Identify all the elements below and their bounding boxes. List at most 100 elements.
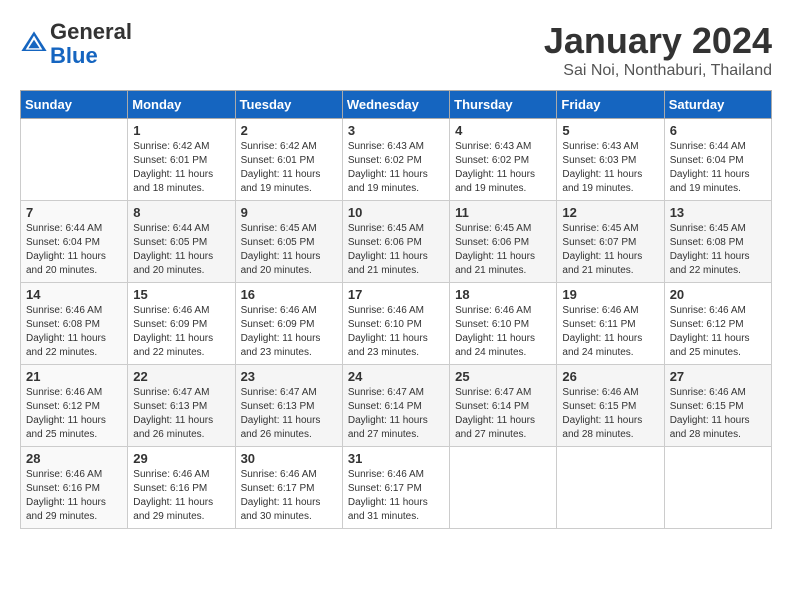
day-number: 11 xyxy=(455,205,551,220)
day-number: 16 xyxy=(241,287,337,302)
header-row: SundayMondayTuesdayWednesdayThursdayFrid… xyxy=(21,91,772,119)
day-number: 29 xyxy=(133,451,229,466)
day-info: Sunrise: 6:45 AMSunset: 6:07 PMDaylight:… xyxy=(562,222,658,278)
week-row-4: 21Sunrise: 6:46 AMSunset: 6:12 PMDayligh… xyxy=(21,365,772,447)
day-number: 13 xyxy=(670,205,766,220)
day-info: Sunrise: 6:42 AMSunset: 6:01 PMDaylight:… xyxy=(241,140,337,196)
day-cell: 18 Sunrise: 6:46 AMSunset: 6:10 PMDayligh… xyxy=(450,283,557,365)
day-cell: 12 Sunrise: 6:45 AMSunset: 6:07 PMDayligh… xyxy=(557,201,664,283)
logo-icon xyxy=(20,30,48,58)
day-info: Sunrise: 6:44 AMSunset: 6:05 PMDaylight:… xyxy=(133,222,229,278)
calendar-header: SundayMondayTuesdayWednesdayThursdayFrid… xyxy=(21,91,772,119)
day-cell: 25Sunrise: 6:47 AMSunset: 6:14 PMDayligh… xyxy=(450,365,557,447)
day-cell: 8Sunrise: 6:44 AMSunset: 6:05 PMDaylight… xyxy=(128,201,235,283)
day-info: Sunrise: 6:47 AMSunset: 6:14 PMDaylight:… xyxy=(348,386,444,442)
day-cell: 1 Sunrise: 6:42 AMSunset: 6:01 PMDaylight… xyxy=(128,119,235,201)
day-info: Sunrise: 6:46 AMSunset: 6:16 PMDaylight:… xyxy=(133,468,229,524)
day-info: Sunrise: 6:46 AMSunset: 6:10 PMDaylight:… xyxy=(455,304,551,360)
day-number: 1 xyxy=(133,123,229,138)
calendar-table: SundayMondayTuesdayWednesdayThursdayFrid… xyxy=(20,90,772,529)
day-info: Sunrise: 6:46 AMSunset: 6:12 PMDaylight:… xyxy=(670,304,766,360)
day-cell: 28 Sunrise: 6:46 AMSunset: 6:16 PMDayligh… xyxy=(21,447,128,529)
header-day-thursday: Thursday xyxy=(450,91,557,119)
header-day-monday: Monday xyxy=(128,91,235,119)
title-block: January 2024 Sai Noi, Nonthaburi, Thaila… xyxy=(544,20,772,80)
day-info: Sunrise: 6:46 AMSunset: 6:16 PMDaylight:… xyxy=(26,468,122,524)
day-info: Sunrise: 6:45 AMSunset: 6:06 PMDaylight:… xyxy=(348,222,444,278)
day-number: 6 xyxy=(670,123,766,138)
day-number: 7 xyxy=(26,205,122,220)
day-info: Sunrise: 6:46 AMSunset: 6:08 PMDaylight:… xyxy=(26,304,122,360)
day-info: Sunrise: 6:47 AMSunset: 6:13 PMDaylight:… xyxy=(133,386,229,442)
day-number: 28 xyxy=(26,451,122,466)
header-day-friday: Friday xyxy=(557,91,664,119)
day-cell: 7 Sunrise: 6:44 AMSunset: 6:04 PMDaylight… xyxy=(21,201,128,283)
day-number: 31 xyxy=(348,451,444,466)
location-text: Sai Noi, Nonthaburi, Thailand xyxy=(544,62,772,80)
day-cell: 26Sunrise: 6:46 AMSunset: 6:15 PMDayligh… xyxy=(557,365,664,447)
day-info: Sunrise: 6:45 AMSunset: 6:08 PMDaylight:… xyxy=(670,222,766,278)
day-info: Sunrise: 6:46 AMSunset: 6:10 PMDaylight:… xyxy=(348,304,444,360)
day-info: Sunrise: 6:46 AMSunset: 6:11 PMDaylight:… xyxy=(562,304,658,360)
day-info: Sunrise: 6:43 AMSunset: 6:02 PMDaylight:… xyxy=(348,140,444,196)
day-info: Sunrise: 6:42 AMSunset: 6:01 PMDaylight:… xyxy=(133,140,229,196)
day-cell xyxy=(21,119,128,201)
week-row-1: 1 Sunrise: 6:42 AMSunset: 6:01 PMDaylight… xyxy=(21,119,772,201)
day-number: 30 xyxy=(241,451,337,466)
day-cell: 11 Sunrise: 6:45 AMSunset: 6:06 PMDayligh… xyxy=(450,201,557,283)
logo-blue-text: Blue xyxy=(50,43,98,68)
day-info: Sunrise: 6:44 AMSunset: 6:04 PMDaylight:… xyxy=(670,140,766,196)
day-number: 27 xyxy=(670,369,766,384)
day-cell: 14 Sunrise: 6:46 AMSunset: 6:08 PMDayligh… xyxy=(21,283,128,365)
day-info: Sunrise: 6:46 AMSunset: 6:09 PMDaylight:… xyxy=(241,304,337,360)
week-row-2: 7 Sunrise: 6:44 AMSunset: 6:04 PMDaylight… xyxy=(21,201,772,283)
day-info: Sunrise: 6:46 AMSunset: 6:17 PMDaylight:… xyxy=(348,468,444,524)
day-cell: 15 Sunrise: 6:46 AMSunset: 6:09 PMDayligh… xyxy=(128,283,235,365)
calendar-body: 1 Sunrise: 6:42 AMSunset: 6:01 PMDaylight… xyxy=(21,119,772,529)
day-info: Sunrise: 6:45 AMSunset: 6:06 PMDaylight:… xyxy=(455,222,551,278)
week-row-5: 28 Sunrise: 6:46 AMSunset: 6:16 PMDayligh… xyxy=(21,447,772,529)
day-info: Sunrise: 6:46 AMSunset: 6:09 PMDaylight:… xyxy=(133,304,229,360)
logo-general-text: General xyxy=(50,19,132,44)
day-number: 24 xyxy=(348,369,444,384)
day-number: 10 xyxy=(348,205,444,220)
day-cell: 19Sunrise: 6:46 AMSunset: 6:11 PMDayligh… xyxy=(557,283,664,365)
header-day-tuesday: Tuesday xyxy=(235,91,342,119)
day-number: 14 xyxy=(26,287,122,302)
day-info: Sunrise: 6:46 AMSunset: 6:12 PMDaylight:… xyxy=(26,386,122,442)
day-number: 12 xyxy=(562,205,658,220)
day-cell: 17Sunrise: 6:46 AMSunset: 6:10 PMDayligh… xyxy=(342,283,449,365)
page-header: General Blue January 2024 Sai Noi, Nonth… xyxy=(20,20,772,80)
header-day-sunday: Sunday xyxy=(21,91,128,119)
day-number: 5 xyxy=(562,123,658,138)
day-number: 23 xyxy=(241,369,337,384)
day-cell: 31 Sunrise: 6:46 AMSunset: 6:17 PMDayligh… xyxy=(342,447,449,529)
day-number: 26 xyxy=(562,369,658,384)
day-cell: 10 Sunrise: 6:45 AMSunset: 6:06 PMDayligh… xyxy=(342,201,449,283)
day-cell: 3 Sunrise: 6:43 AMSunset: 6:02 PMDaylight… xyxy=(342,119,449,201)
day-info: Sunrise: 6:46 AMSunset: 6:17 PMDaylight:… xyxy=(241,468,337,524)
day-info: Sunrise: 6:44 AMSunset: 6:04 PMDaylight:… xyxy=(26,222,122,278)
day-number: 20 xyxy=(670,287,766,302)
day-cell: 20 Sunrise: 6:46 AMSunset: 6:12 PMDayligh… xyxy=(664,283,771,365)
day-number: 3 xyxy=(348,123,444,138)
day-number: 9 xyxy=(241,205,337,220)
day-cell: 5Sunrise: 6:43 AMSunset: 6:03 PMDaylight… xyxy=(557,119,664,201)
day-cell: 30 Sunrise: 6:46 AMSunset: 6:17 PMDayligh… xyxy=(235,447,342,529)
day-number: 18 xyxy=(455,287,551,302)
day-number: 4 xyxy=(455,123,551,138)
day-number: 25 xyxy=(455,369,551,384)
day-number: 2 xyxy=(241,123,337,138)
day-cell: 21Sunrise: 6:46 AMSunset: 6:12 PMDayligh… xyxy=(21,365,128,447)
day-number: 15 xyxy=(133,287,229,302)
day-info: Sunrise: 6:46 AMSunset: 6:15 PMDaylight:… xyxy=(670,386,766,442)
logo: General Blue xyxy=(20,20,132,68)
day-info: Sunrise: 6:45 AMSunset: 6:05 PMDaylight:… xyxy=(241,222,337,278)
day-cell: 22Sunrise: 6:47 AMSunset: 6:13 PMDayligh… xyxy=(128,365,235,447)
day-cell: 2 Sunrise: 6:42 AMSunset: 6:01 PMDaylight… xyxy=(235,119,342,201)
day-cell: 27 Sunrise: 6:46 AMSunset: 6:15 PMDayligh… xyxy=(664,365,771,447)
day-cell: 16 Sunrise: 6:46 AMSunset: 6:09 PMDayligh… xyxy=(235,283,342,365)
day-cell: 4Sunrise: 6:43 AMSunset: 6:02 PMDaylight… xyxy=(450,119,557,201)
day-cell: 23Sunrise: 6:47 AMSunset: 6:13 PMDayligh… xyxy=(235,365,342,447)
day-cell: 29 Sunrise: 6:46 AMSunset: 6:16 PMDayligh… xyxy=(128,447,235,529)
